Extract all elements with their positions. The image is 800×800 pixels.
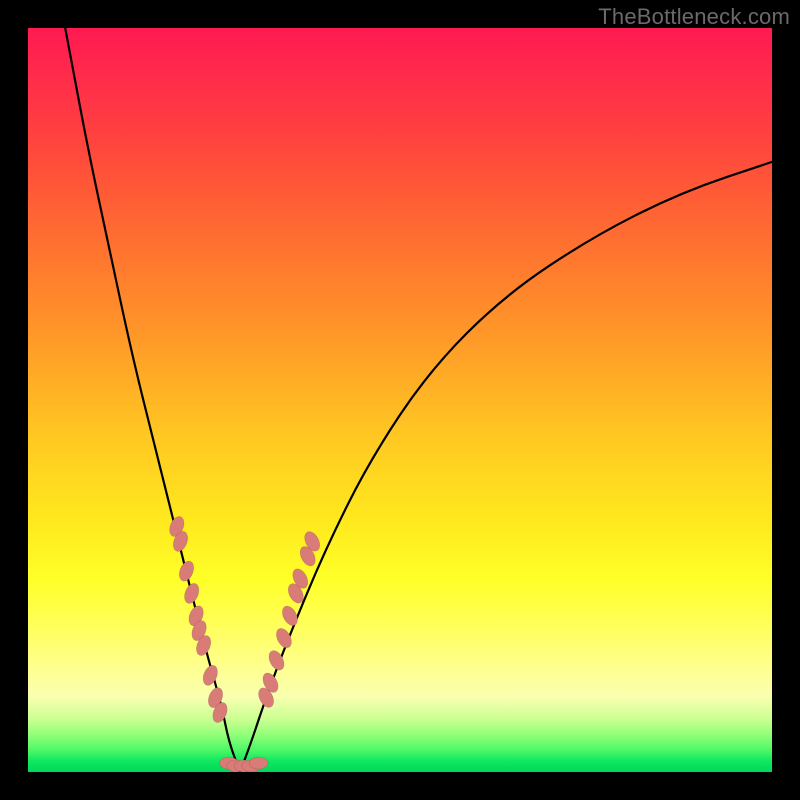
watermark-text: TheBottleneck.com (598, 4, 790, 30)
curve-right-branch (240, 162, 772, 772)
marker-left-ellipse-7 (200, 663, 220, 687)
marker-left-ellipse-2 (177, 559, 197, 583)
chart-svg (28, 28, 772, 772)
marker-bottom-ellipse-4 (249, 757, 268, 769)
marker-left-2 (177, 559, 197, 583)
plot-frame (28, 28, 772, 772)
marker-left-3 (182, 581, 202, 605)
curve-group (65, 28, 772, 772)
marker-group (167, 514, 323, 772)
curve-left-branch (65, 28, 240, 772)
marker-left-ellipse-3 (182, 581, 202, 605)
marker-left-7 (200, 663, 220, 687)
